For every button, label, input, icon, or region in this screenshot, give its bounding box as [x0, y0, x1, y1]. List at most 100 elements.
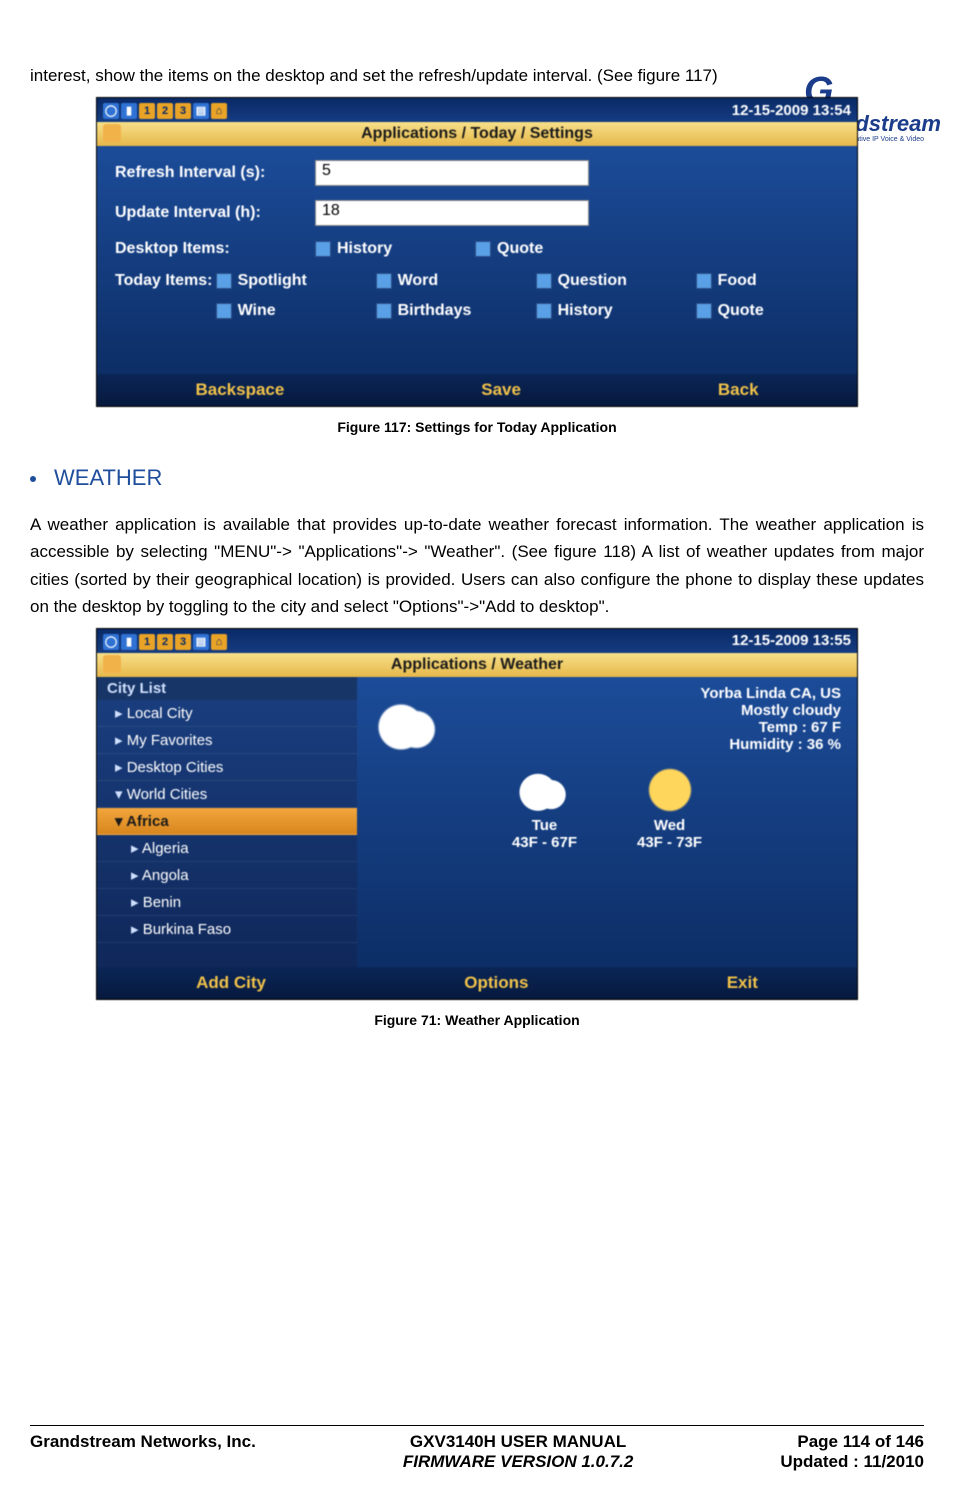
softkey-backspace[interactable]: Backspace [195, 380, 284, 400]
checkbox-label: Food [718, 272, 757, 290]
checkbox-label: Quote [497, 240, 543, 258]
checkbox-label: Wine [238, 302, 276, 320]
status-icon: ▮ [121, 634, 137, 650]
weather-paragraph: A weather application is available that … [30, 511, 924, 620]
list-item[interactable]: Burkina Faso [97, 916, 357, 943]
softkey-bar: Add City Options Exit [97, 967, 857, 999]
status-icons: ◯▮123▤⌂ [103, 101, 229, 119]
checkbox-icon [376, 303, 392, 319]
softkey-add-city[interactable]: Add City [196, 973, 266, 993]
checkbox-item[interactable]: Quote [475, 240, 595, 258]
footer-center: GXV3140H USER MANUAL FIRMWARE VERSION 1.… [256, 1432, 781, 1472]
desktop-items-label: Desktop Items: [115, 240, 315, 258]
footer-manual-title: GXV3140H USER MANUAL [410, 1432, 626, 1451]
settings-panel: Refresh Interval (s): 5 Update Interval … [97, 146, 857, 374]
checkbox-label: Word [398, 272, 439, 290]
intro-text: interest, show the items on the desktop … [30, 62, 924, 89]
cloud-icon [514, 767, 574, 813]
refresh-interval-input[interactable]: 5 [315, 160, 589, 186]
forecast-row: Tue 43F - 67F Wed 43F - 73F [373, 767, 841, 851]
figure-117-screenshot: ◯▮123▤⌂ 12-15-2009 13:54 Applications / … [96, 97, 858, 407]
status-datetime: 12-15-2009 13:55 [732, 632, 851, 649]
checkbox-icon [536, 273, 552, 289]
screen-title-bar: Applications / Today / Settings [97, 122, 857, 146]
screen-title: Applications / Today / Settings [361, 125, 593, 142]
list-item-label: Algeria [142, 840, 189, 857]
status-num-icon: 1 [139, 103, 155, 119]
bullet-icon [30, 476, 36, 482]
status-home-icon: ⌂ [211, 103, 227, 119]
status-num-icon: 1 [139, 634, 155, 650]
forecast-day-range: 43F - 73F [637, 834, 702, 851]
list-item-label: Local City [127, 705, 193, 722]
section-title: WEATHER [54, 465, 162, 490]
status-bar: ◯▮123▤⌂ 12-15-2009 13:54 [97, 98, 857, 122]
softkey-save[interactable]: Save [481, 380, 521, 400]
status-num-icon: 3 [175, 634, 191, 650]
status-icons: ◯▮123▤⌂ [103, 632, 229, 650]
status-datetime: 12-15-2009 13:54 [732, 102, 851, 119]
list-item-label: World Cities [127, 786, 208, 803]
list-item-label: Desktop Cities [127, 759, 224, 776]
checkbox-item[interactable]: Birthdays [376, 302, 496, 320]
current-temp: Temp : 67 F [463, 719, 841, 736]
checkbox-item[interactable]: Wine [216, 302, 336, 320]
checkbox-icon [315, 241, 331, 257]
list-item-label: Africa [126, 813, 169, 830]
list-item[interactable]: Local City [97, 700, 357, 727]
footer-updated: Updated : 11/2010 [780, 1452, 924, 1471]
document-page: GGrandstream Innovative IP Voice & Video… [0, 62, 954, 1492]
checkbox-item[interactable]: History [536, 302, 656, 320]
status-icon: ◯ [103, 634, 119, 650]
status-icon: ▤ [193, 103, 209, 119]
status-icon: ▤ [193, 634, 209, 650]
checkbox-item[interactable]: Word [376, 272, 496, 290]
checkbox-label: Spotlight [238, 272, 307, 290]
checkbox-item[interactable]: Question [536, 272, 656, 290]
list-item[interactable]: My Favorites [97, 727, 357, 754]
update-interval-input[interactable]: 18 [315, 200, 589, 226]
list-item[interactable]: Algeria [97, 835, 357, 862]
page-footer: Grandstream Networks, Inc. GXV3140H USER… [30, 1425, 924, 1472]
footer-left: Grandstream Networks, Inc. [30, 1432, 256, 1472]
title-home-icon [103, 124, 121, 142]
checkbox-item[interactable]: History [315, 240, 435, 258]
refresh-interval-label: Refresh Interval (s): [115, 164, 315, 182]
list-item-label: Benin [143, 894, 181, 911]
list-item-selected[interactable]: Africa [97, 808, 357, 835]
list-item[interactable]: Angola [97, 862, 357, 889]
figure-117-caption: Figure 117: Settings for Today Applicati… [30, 419, 924, 435]
list-item-label: Burkina Faso [143, 921, 231, 938]
checkbox-icon [696, 273, 712, 289]
forecast-day-name: Wed [637, 817, 702, 834]
footer-firmware: FIRMWARE VERSION 1.0.7.2 [403, 1452, 634, 1471]
screen-title-bar: Applications / Weather [97, 653, 857, 677]
status-num-icon: 2 [157, 634, 173, 650]
softkey-options[interactable]: Options [464, 973, 528, 993]
cloud-icon [373, 702, 443, 752]
checkbox-label: History [558, 302, 613, 320]
city-list-header: City List [97, 677, 357, 700]
softkey-exit[interactable]: Exit [727, 973, 758, 993]
checkbox-label: History [337, 240, 392, 258]
list-item[interactable]: Benin [97, 889, 357, 916]
status-icon: ◯ [103, 103, 119, 119]
checkbox-item[interactable]: Food [696, 272, 816, 290]
softkey-back[interactable]: Back [718, 380, 759, 400]
status-home-icon: ⌂ [211, 634, 227, 650]
forecast-day: Wed 43F - 73F [637, 767, 702, 851]
title-home-icon [103, 655, 121, 673]
section-heading: WEATHER [30, 465, 924, 491]
list-item[interactable]: Desktop Cities [97, 754, 357, 781]
list-item-label: Angola [142, 867, 189, 884]
checkbox-item[interactable]: Spotlight [216, 272, 336, 290]
forecast-day: Tue 43F - 67F [512, 767, 577, 851]
checkbox-item[interactable]: Quote [696, 302, 816, 320]
list-item-label: My Favorites [127, 732, 213, 749]
footer-right: Page 114 of 146 Updated : 11/2010 [780, 1432, 924, 1472]
checkbox-label: Quote [718, 302, 764, 320]
screen-title: Applications / Weather [391, 656, 563, 673]
list-item[interactable]: World Cities [97, 781, 357, 808]
figure-71-screenshot: ◯▮123▤⌂ 12-15-2009 13:55 Applications / … [96, 628, 858, 1000]
checkbox-icon [696, 303, 712, 319]
